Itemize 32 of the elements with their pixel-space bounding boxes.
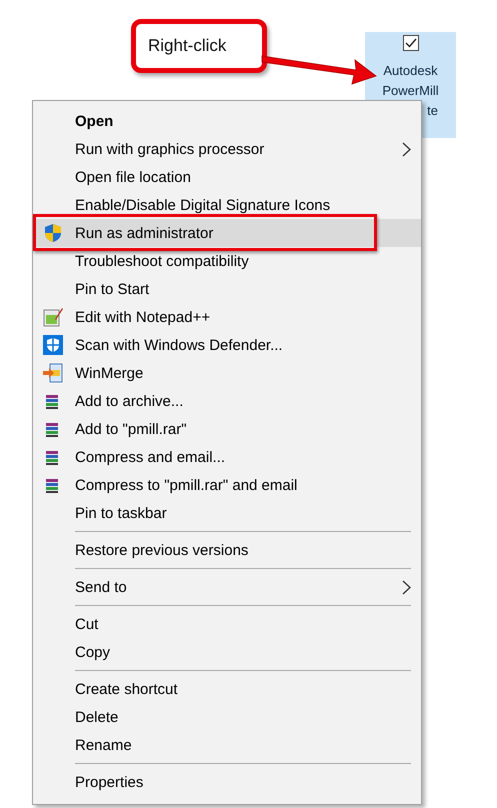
menu-item[interactable]: Delete — [33, 703, 421, 731]
menu-item[interactable]: Restore previous versions — [33, 536, 421, 564]
file-name: Autodesk — [383, 62, 438, 80]
menu-item[interactable]: Send to — [33, 573, 421, 601]
menu-item[interactable]: Properties — [33, 768, 421, 796]
menu-item[interactable]: Add to "pmill.rar" — [33, 415, 421, 443]
menu-item[interactable]: Add to archive... — [33, 387, 421, 415]
shield-icon — [43, 223, 63, 243]
menu-item[interactable]: Edit with Notepad++ — [33, 303, 421, 331]
menu-item[interactable]: Run with graphics processor — [33, 135, 421, 163]
menu-item[interactable]: Scan with Windows Defender... — [33, 331, 421, 359]
file-name: PowerMill — [382, 82, 439, 100]
menu-item[interactable]: Compress to "pmill.rar" and email — [33, 471, 421, 499]
menu-item[interactable]: Copy — [33, 638, 421, 666]
documents-icon — [43, 363, 63, 383]
notepad-icon — [43, 307, 63, 327]
menu-item[interactable]: Enable/Disable Digital Signature Icons — [33, 191, 421, 219]
menu-item[interactable]: Troubleshoot compatibility — [33, 247, 421, 275]
menu-item[interactable]: Rename — [33, 731, 421, 759]
chevron-icon — [402, 580, 411, 595]
file-name: te — [427, 102, 439, 120]
menu-item[interactable]: Compress and email... — [33, 443, 421, 471]
callout-label: Right-click — [131, 19, 267, 73]
menu-item[interactable]: WinMerge — [33, 359, 421, 387]
checkbox[interactable] — [402, 35, 418, 51]
menu-item[interactable]: Open file location — [33, 163, 421, 191]
menu-item[interactable]: Pin to Start — [33, 275, 421, 303]
chevron-icon — [402, 142, 411, 157]
menu-item[interactable]: Create shortcut — [33, 675, 421, 703]
menu-item[interactable]: Pin to taskbar — [33, 499, 421, 527]
menu-item[interactable]: Cut — [33, 610, 421, 638]
shield-icon — [43, 335, 63, 355]
